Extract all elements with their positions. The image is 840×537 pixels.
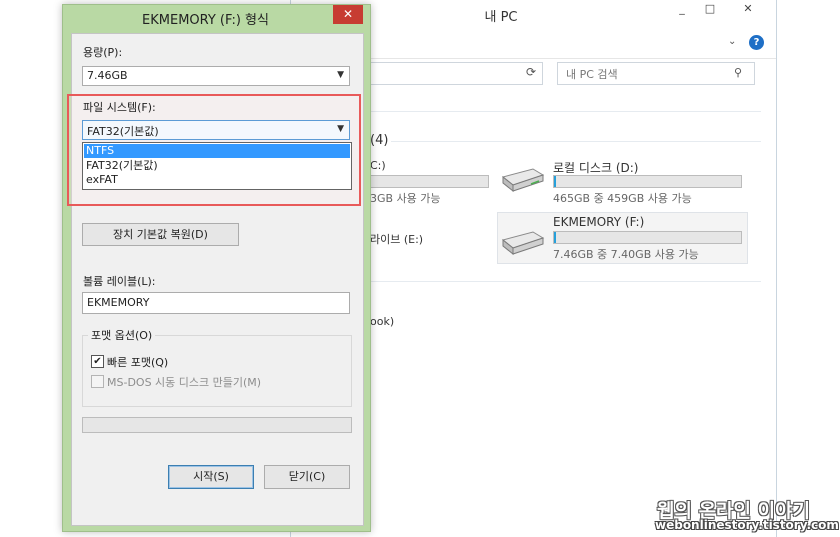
volume-label-caption: 볼륨 레이블(L): [83,275,156,288]
drive-f-free: 7.46GB 중 7.40GB 사용 가능 [553,248,699,261]
minimize-button[interactable]: _ [669,2,695,18]
drive-c-usage-bar [369,175,489,188]
drive-d-item[interactable] [499,163,545,196]
volume-label-value: EKMEMORY [87,296,150,309]
filesystem-select[interactable]: FAT32(기본값) ▼ [82,120,350,140]
drive-f-usage-bar [553,231,742,244]
capacity-label: 용량(P): [83,46,123,59]
filesystem-label: 파일 시스템(F): [83,101,156,114]
drive-d-usage-bar [553,175,742,188]
checkmark-icon: ✔ [93,356,102,367]
search-input[interactable]: 내 PC 검색 ⚲ [557,62,755,85]
chevron-down-icon: ▼ [337,70,344,80]
devices-section-header: (4) [370,133,389,148]
start-button[interactable]: 시작(S) [168,465,254,489]
search-icon[interactable]: ⚲ [734,66,742,79]
format-options-title: 포맷 옵션(O) [88,327,156,343]
divider [369,111,761,112]
dialog-close-button[interactable]: ✕ [333,5,363,24]
dialog-title: EKMEMORY (F:) 형식 [142,13,269,28]
watermark-url: webonlinestory.tistory.com [655,518,839,532]
hard-drive-icon [501,168,545,193]
refresh-icon[interactable]: ⟳ [523,65,539,81]
ribbon-expand-icon[interactable]: ⌄ [728,36,740,48]
format-progress-bar [82,417,352,433]
section-divider [391,141,761,142]
drive-c-free: 3GB 사용 가능 [370,192,441,205]
usb-drive-icon [501,231,545,256]
capacity-select[interactable]: 7.46GB ▼ [82,66,350,86]
format-options-group [82,335,352,407]
msdos-boot-label: MS-DOS 시동 디스크 만들기(M) [107,376,262,389]
drive-f-icon-wrap [499,226,545,259]
drive-c-label: C:) [370,159,386,172]
close-window-button[interactable]: ✕ [735,2,761,18]
capacity-value: 7.46GB [87,69,128,82]
close-button[interactable]: 닫기(C) [264,465,350,489]
drive-f-label: EKMEMORY (F:) [553,215,645,229]
option-exfat[interactable]: exFAT [84,173,350,187]
volume-label-input[interactable]: EKMEMORY [82,292,350,314]
msdos-boot-checkbox [91,375,104,388]
divider [369,281,761,282]
option-fat32[interactable]: FAT32(기본값) [84,159,350,173]
address-bar[interactable]: ⌄ [369,62,588,85]
network-item-label: ook) [370,315,395,328]
chevron-down-icon: ▼ [337,124,344,134]
filesystem-value: FAT32(기본값) [87,125,159,138]
restore-defaults-button[interactable]: 장치 기본값 복원(D) [82,223,239,246]
search-placeholder: 내 PC 검색 [566,68,618,81]
explorer-title: 내 PC [484,10,518,25]
filesystem-dropdown-list: NTFS FAT32(기본값) exFAT [82,142,352,190]
drive-d-label: 로컬 디스크 (D:) [553,161,639,175]
drive-d-free: 465GB 중 459GB 사용 가능 [553,192,692,205]
quick-format-label: 빠른 포맷(Q) [107,356,169,369]
drive-e-label: 라이브 (E:) [370,233,424,246]
maximize-button[interactable]: □ [697,2,723,18]
option-ntfs[interactable]: NTFS [84,144,350,158]
help-icon[interactable]: ? [749,35,764,50]
quick-format-checkbox[interactable]: ✔ [91,355,104,368]
